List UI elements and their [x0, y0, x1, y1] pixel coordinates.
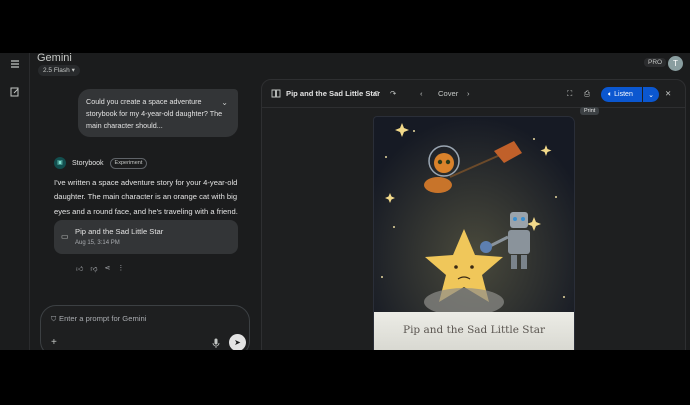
share-icon[interactable]: ⋖: [104, 264, 110, 273]
chevron-left-icon[interactable]: ‹: [420, 89, 423, 98]
letterbox-bottom: [0, 350, 690, 405]
send-button[interactable]: ➤: [229, 334, 246, 350]
fullscreen-icon[interactable]: ⛶: [567, 89, 572, 99]
reply-header: ▣ Storybook Experiment: [54, 157, 148, 169]
print-icon[interactable]: ⎙: [584, 89, 590, 99]
storybook-card[interactable]: ▭ Pip and the Sad Little Star Aug 15, 3:…: [54, 220, 238, 254]
reply-label: Storybook: [72, 159, 104, 167]
listen-button[interactable]: 🔈︎ Listen ⌄: [601, 87, 659, 102]
thumbs-up-icon[interactable]: 👍︎: [76, 264, 83, 273]
book-cover[interactable]: Pip and the Sad Little Star: [374, 117, 574, 350]
menu-icon[interactable]: [8, 57, 22, 71]
user-message-bubble[interactable]: Could you create a space adventure story…: [78, 89, 238, 137]
prompt-input[interactable]: [59, 314, 229, 323]
more-options-icon[interactable]: ⋮: [117, 264, 124, 273]
model-selector[interactable]: 2.5 Flash ▾: [38, 65, 80, 76]
book-icon: [271, 89, 281, 100]
canvas-title: Pip and the Sad Little Star: [286, 89, 381, 98]
page-label: Cover: [438, 89, 459, 98]
speaker-icon: 🔈︎: [608, 90, 613, 98]
listen-label: Listen: [614, 90, 633, 98]
canvas-toolbar: Pip and the Sad Little Star ↶ ↷ ‹ Cover …: [262, 80, 685, 108]
cover-title: Pip and the Sad Little Star: [403, 324, 545, 336]
redo-icon[interactable]: ↷: [390, 89, 396, 98]
edit-icon[interactable]: [8, 85, 22, 99]
experiment-badge: Experiment: [109, 157, 148, 169]
reply-text: I've written a space adventure story for…: [54, 178, 238, 216]
letterbox-top: [0, 0, 690, 53]
print-tooltip: Print: [580, 107, 600, 115]
plus-icon[interactable]: +: [51, 337, 57, 348]
listen-label-wrap: 🔈︎ Listen: [601, 91, 642, 99]
user-message-text: Could you create a space adventure story…: [86, 97, 223, 130]
expand-icon[interactable]: ⌄: [221, 97, 228, 109]
chevron-down-icon[interactable]: ⌄: [643, 91, 659, 99]
avatar[interactable]: T: [668, 56, 683, 71]
thumbs-down-icon[interactable]: 👎︎: [90, 264, 97, 273]
storybook-card-date: Aug 15, 3:14 PM: [75, 240, 120, 246]
prompt-box: ⛉ + ➤: [40, 305, 250, 350]
book-icon: ▭: [61, 232, 69, 241]
storybook-icon: ▣: [54, 157, 66, 169]
storybook-card-title: Pip and the Sad Little Star: [75, 227, 164, 236]
response-actions: 👍︎ 👎︎ ⋖ ⋮: [76, 264, 124, 273]
app-window: Gemini 2.5 Flash ▾ PRO T Could you creat…: [0, 53, 690, 350]
left-rail: [0, 53, 30, 350]
mic-icon[interactable]: [212, 338, 220, 350]
app-title: Gemini: [37, 53, 72, 64]
shield-icon: ⛉: [51, 316, 57, 323]
chevron-right-icon[interactable]: ›: [467, 89, 470, 98]
chevron-down-icon: ▾: [71, 67, 75, 74]
close-icon[interactable]: ✕: [665, 89, 671, 98]
pro-badge: PRO: [644, 58, 667, 67]
cover-title-banner: Pip and the Sad Little Star: [374, 312, 574, 350]
undo-icon[interactable]: ↶: [373, 89, 379, 98]
model-label: 2.5 Flash: [43, 67, 70, 74]
